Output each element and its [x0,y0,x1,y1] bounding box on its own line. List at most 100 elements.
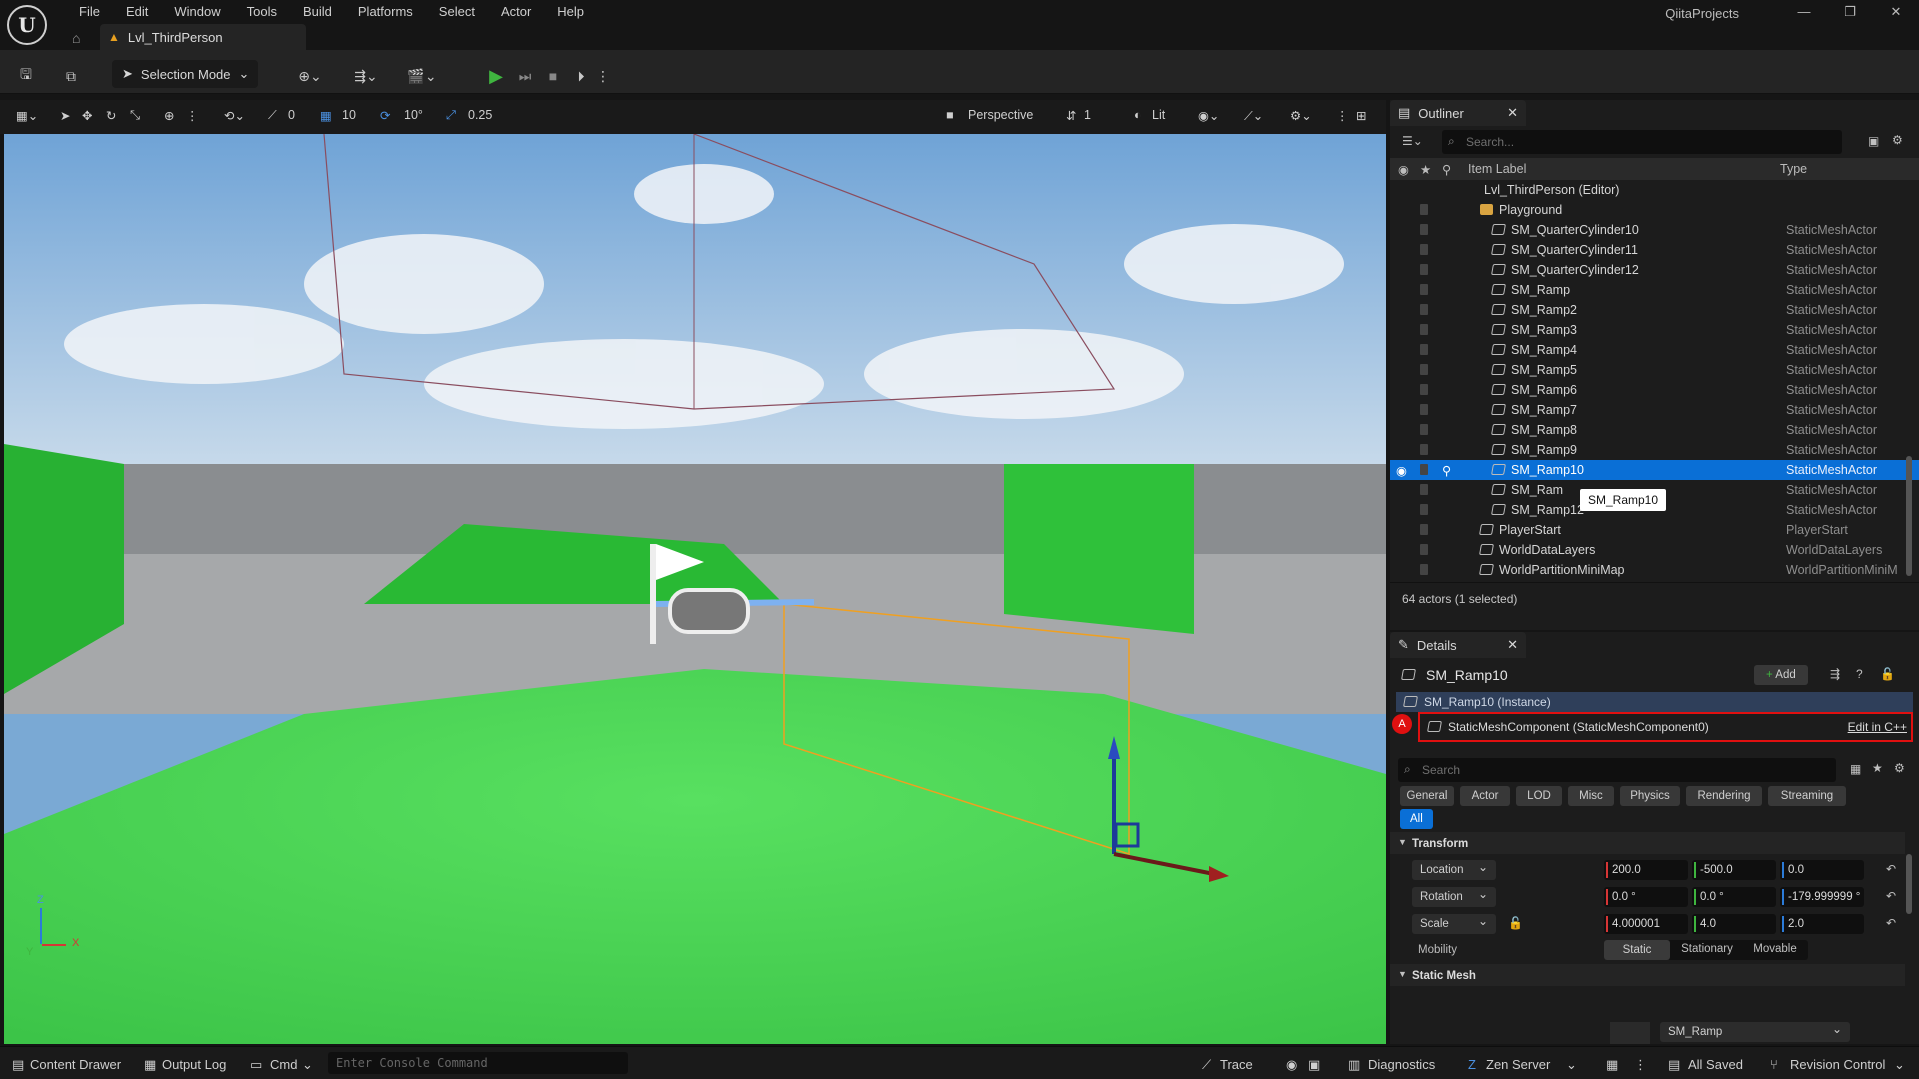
outliner-row[interactable]: Lvl_ThirdPerson (Editor) [1390,180,1919,200]
scale-snap-icon[interactable]: ⤢ [446,108,456,123]
record-icon[interactable]: ◉ [1286,1057,1297,1073]
outliner-row[interactable]: SM_Ramp9 StaticMeshActor [1390,440,1919,460]
output-log-button[interactable]: Output Log [162,1057,226,1072]
filter-physics-button[interactable]: Physics [1620,786,1680,806]
outliner-row[interactable]: SM_Ramp5 StaticMeshActor [1390,360,1919,380]
static-mesh-thumbnail[interactable] [1610,1022,1650,1044]
location-z-field[interactable]: 0.0 [1780,860,1864,880]
show-flags-icon[interactable]: ◉⌄ [1198,108,1219,123]
rotation-dropdown[interactable]: Rotation [1412,884,1496,907]
scale-z-field[interactable]: 2.0 [1780,914,1864,934]
outliner-row[interactable]: WorldDataLayers WorldDataLayers [1390,540,1919,560]
outliner-row[interactable]: SM_Ramp7 StaticMeshActor [1390,400,1919,420]
maximize-icon[interactable]: ❐ [1827,0,1873,24]
outliner-row[interactable]: SM_Ramp4 StaticMeshActor [1390,340,1919,360]
rotation-snap-icon[interactable]: ⟳ [380,108,390,123]
outliner-close-icon[interactable]: ✕ [1507,105,1518,121]
details-search-input[interactable]: Search [1398,758,1836,782]
level-tab[interactable]: ▲ Lvl_ThirdPerson [100,24,306,50]
filter-actor-button[interactable]: Actor [1460,786,1510,806]
scale-lock-icon[interactable]: 🔓 [1508,916,1523,930]
filter-rendering-button[interactable]: Rendering [1686,786,1762,806]
filter-misc-button[interactable]: Misc [1568,786,1614,806]
revision-control-button[interactable]: Revision Control [1790,1057,1885,1072]
outliner-row[interactable]: SM_QuarterCylinder12 StaticMeshActor [1390,260,1919,280]
zen-server-button[interactable]: Zen Server [1486,1057,1550,1072]
cmd-chevron-icon[interactable]: ⌄ [302,1057,313,1073]
blueprint-convert-icon[interactable]: ⇶ [1830,667,1840,681]
rotation-z-field[interactable]: -179.999999 ° [1780,887,1864,907]
add-actor-icon[interactable]: ⊕⌄ [290,62,330,90]
lock-icon[interactable]: 🔓 [1880,667,1895,681]
scale-x-field[interactable]: 4.000001 [1604,914,1688,934]
menu-item-edit[interactable]: Edit [113,4,161,20]
help-icon[interactable]: ? [1856,667,1863,681]
selection-mode-dropdown[interactable]: ➤ Selection Mode ⌄ [112,60,258,88]
location-reset-icon[interactable]: ↶ [1886,862,1896,876]
outliner-settings-icon[interactable]: ⚙ [1892,133,1903,147]
viewport-more-icon[interactable]: ⋮ [1336,108,1349,123]
filter-all-button[interactable]: All [1400,809,1433,829]
filter-icon[interactable]: ☰⌄ [1402,134,1423,148]
save-icon[interactable]: 🖫 [14,62,38,90]
grid-snap-value[interactable]: 10 [342,108,356,122]
lighting-dropdown[interactable]: Lit [1152,108,1165,122]
edit-cpp-link[interactable]: Edit in C++ [1848,720,1907,734]
transform-collapse-icon[interactable]: ▼ [1398,837,1407,847]
scale-tool-icon[interactable]: ⤡ [130,108,140,123]
item-label-header[interactable]: Item Label [1468,162,1526,176]
rotation-y-field[interactable]: 0.0 ° [1692,887,1776,907]
cinematics-icon[interactable]: 🎬⌄ [402,62,442,90]
rotation-reset-icon[interactable]: ↶ [1886,889,1896,903]
scale-dropdown[interactable]: Scale [1412,911,1496,934]
location-dropdown[interactable]: Location [1412,857,1496,880]
menu-item-platforms[interactable]: Platforms [345,4,426,20]
unreal-logo-icon[interactable]: U [7,5,47,45]
realtime-icon[interactable]: ⟋⌄ [1244,108,1263,124]
browse-icon[interactable]: ⧉ [58,62,84,90]
outliner-row[interactable]: ◉ ⚲ SM_Ramp10 StaticMeshActor [1390,460,1919,480]
translate-tool-icon[interactable]: ✥ [82,108,92,123]
filter-general-button[interactable]: General [1400,786,1454,806]
location-y-field[interactable]: -500.0 [1692,860,1776,880]
cmd-dropdown[interactable]: Cmd [270,1057,297,1072]
details-settings-icon[interactable]: ⚙ [1894,761,1905,775]
details-close-icon[interactable]: ✕ [1507,637,1518,653]
grid-snap-icon[interactable]: ▦ [320,108,332,123]
outliner-row[interactable]: SM_Ramp6 StaticMeshActor [1390,380,1919,400]
content-drawer-button[interactable]: Content Drawer [30,1057,121,1072]
outliner-row[interactable]: SM_QuarterCylinder11 StaticMeshActor [1390,240,1919,260]
visibility-column-icon[interactable]: ◉ [1398,162,1409,177]
outliner-row[interactable]: SM_Ramp StaticMeshActor [1390,280,1919,300]
outliner-row[interactable]: WorldPartitionMiniMap WorldPartitionMiniM [1390,560,1919,580]
add-component-button[interactable]: + Add [1754,665,1808,685]
outliner-row[interactable]: PlayerStart PlayerStart [1390,520,1919,540]
outliner-row[interactable]: Playground [1390,200,1919,220]
scale-snap-value[interactable]: 0.25 [468,108,492,122]
level-viewport[interactable]: Z X Y [4,134,1386,1044]
eject-icon[interactable]: ⏵ [570,62,592,90]
world-local-icon[interactable]: ⊕ [164,108,174,123]
trace-button[interactable]: Trace [1220,1057,1253,1072]
outliner-scrollbar[interactable] [1906,456,1912,576]
scale-reset-icon[interactable]: ↶ [1886,916,1896,930]
menu-item-select[interactable]: Select [426,4,488,20]
static-mesh-collapse-icon[interactable]: ▼ [1398,969,1407,979]
outliner-row[interactable]: SM_QuarterCylinder10 StaticMeshActor [1390,220,1919,240]
console-command-input[interactable]: Enter Console Command [328,1052,628,1074]
location-x-field[interactable]: 200.0 [1604,860,1688,880]
menu-item-window[interactable]: Window [161,4,233,20]
property-matrix-icon[interactable]: ▦ [1850,762,1861,776]
play-icon[interactable]: ▶ [484,62,508,90]
zen-chevron-icon[interactable]: ⌄ [1566,1057,1577,1073]
visibility-icon[interactable]: ◉ [1396,463,1407,478]
menu-item-build[interactable]: Build [290,4,345,20]
details-scrollbar[interactable] [1906,854,1912,914]
view-mode-dropdown[interactable]: Perspective [968,108,1033,122]
more-transform-icon[interactable]: ⋮ [186,108,199,123]
blueprint-icon[interactable]: ⇶⌄ [346,62,386,90]
rotation-x-field[interactable]: 0.0 ° [1604,887,1688,907]
revision-chevron-icon[interactable]: ⌄ [1894,1057,1905,1073]
favorites-icon[interactable]: ★ [1872,761,1883,775]
filter-lod-button[interactable]: LOD [1516,786,1562,806]
